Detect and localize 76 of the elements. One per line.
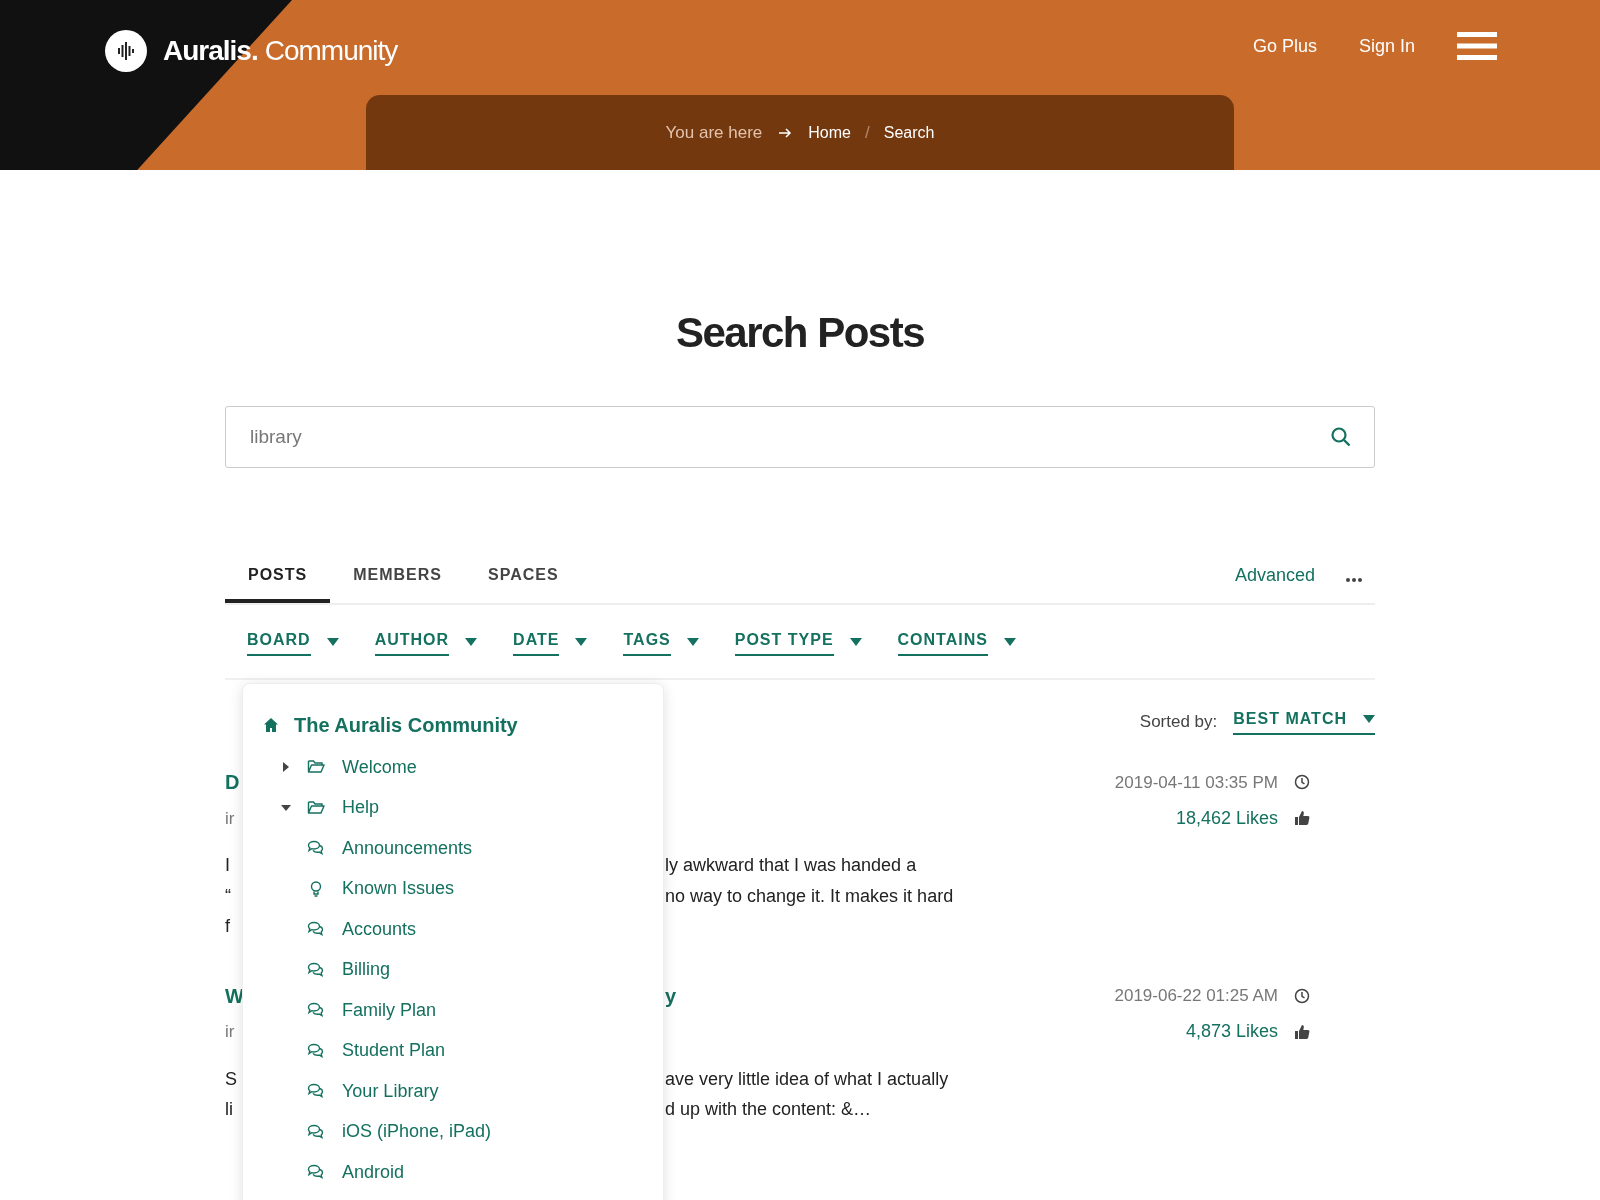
menu-item[interactable]: Welcome xyxy=(342,753,417,781)
post-excerpt: ly awkward that I was handed a xyxy=(665,855,917,876)
speech-bubbles-icon xyxy=(307,1082,325,1101)
sort-label: Sorted by: xyxy=(1139,710,1218,733)
post-excerpt: I xyxy=(225,855,230,876)
caret-icon xyxy=(326,637,339,646)
caret-icon xyxy=(686,637,699,646)
tab[interactable]: POSTS xyxy=(225,551,331,604)
menu-item[interactable]: The Auralis Community xyxy=(294,709,518,740)
post-location: ir xyxy=(225,808,235,828)
logo-icon xyxy=(105,30,147,72)
post-excerpt: no way to change it. It makes it hard xyxy=(665,885,954,906)
caret-icon xyxy=(465,637,478,646)
menu-item[interactable]: Known Issues xyxy=(342,875,455,903)
nav-link[interactable]: Sign In xyxy=(1358,32,1415,60)
clock-icon xyxy=(1294,987,1310,1004)
filter-dropdown[interactable]: AUTHOR xyxy=(374,627,478,656)
search-icon[interactable] xyxy=(1331,427,1351,448)
tab[interactable]: SPACES xyxy=(465,551,582,604)
post-excerpt: “ xyxy=(225,885,231,906)
menu-item[interactable]: iOS (iPhone, iPad) xyxy=(342,1118,492,1146)
menu-item[interactable]: Help xyxy=(342,794,380,822)
post-date: 2019-04-11 03:35 PM xyxy=(1114,771,1278,794)
post-location: ir xyxy=(225,1022,235,1042)
likes-count[interactable]: 18,462 Likes xyxy=(1175,804,1278,832)
likes-count[interactable]: 4,873 Likes xyxy=(1185,1018,1278,1046)
home-icon xyxy=(263,716,279,733)
caret-icon xyxy=(1003,637,1016,646)
breadcrumb-separator: / xyxy=(865,121,870,144)
speech-bubbles-icon xyxy=(307,920,325,939)
speech-bubbles-icon xyxy=(307,1122,325,1141)
post-excerpt: ave very little idea of what I actually xyxy=(665,1068,949,1089)
post-excerpt: f xyxy=(225,916,230,937)
speech-bubbles-icon xyxy=(307,839,325,858)
menu-item[interactable]: Your Library xyxy=(342,1077,439,1105)
post-excerpt: li xyxy=(225,1099,233,1120)
menu-item[interactable]: Student Plan xyxy=(342,1037,446,1065)
post-title[interactable]: D xyxy=(225,771,240,794)
post-excerpt: d up with the content: &… xyxy=(665,1099,872,1120)
post-date: 2019-06-22 01:25 AM xyxy=(1114,985,1278,1008)
search-field[interactable]: library xyxy=(225,406,1375,469)
caret-icon xyxy=(849,637,862,646)
breadcrumb-label: You are here xyxy=(665,121,763,144)
menu-item[interactable]: Accounts xyxy=(342,915,417,943)
menu-item[interactable]: Billing xyxy=(342,956,391,984)
speech-bubbles-icon xyxy=(307,1041,325,1060)
more-icon xyxy=(1345,577,1363,584)
menu-item[interactable]: Announcements xyxy=(342,834,473,862)
menu-item[interactable]: Family Plan xyxy=(342,996,437,1024)
page-title: Search Posts xyxy=(674,308,926,358)
breadcrumb-link[interactable]: Home xyxy=(808,120,851,145)
sort-dropdown[interactable]: BEST MATCH xyxy=(1233,707,1375,736)
folder-icon xyxy=(307,798,325,817)
menu-icon[interactable] xyxy=(1457,32,1497,60)
tab[interactable]: MEMBERS xyxy=(330,551,465,604)
filter-dropdown[interactable]: POST TYPE xyxy=(734,627,862,656)
thumbs-up-icon xyxy=(1294,810,1310,827)
arrow-icon xyxy=(778,126,793,139)
caret-icon xyxy=(575,637,588,646)
breadcrumb-link[interactable]: Search xyxy=(883,120,935,145)
filter-dropdown[interactable]: TAGS xyxy=(623,627,699,656)
thumbs-up-icon xyxy=(1294,1023,1310,1040)
post-title[interactable]: y xyxy=(665,984,677,1007)
post-title[interactable]: W xyxy=(225,984,244,1007)
speech-bubbles-icon xyxy=(307,1001,325,1020)
filter-dropdown[interactable]: BOARD xyxy=(247,627,339,656)
speech-bubbles-icon xyxy=(307,960,325,979)
caret-icon xyxy=(1363,715,1375,724)
speech-bubbles-icon xyxy=(307,1163,325,1182)
menu-item[interactable]: Android xyxy=(342,1158,405,1186)
nav-link[interactable]: Go Plus xyxy=(1252,32,1317,60)
clock-icon xyxy=(1294,774,1310,791)
post-excerpt: S xyxy=(225,1068,237,1089)
filter-dropdown[interactable]: CONTAINS xyxy=(897,627,1016,656)
advanced-link[interactable]: Advanced xyxy=(1234,562,1315,590)
filter-dropdown[interactable]: DATE xyxy=(513,627,588,656)
